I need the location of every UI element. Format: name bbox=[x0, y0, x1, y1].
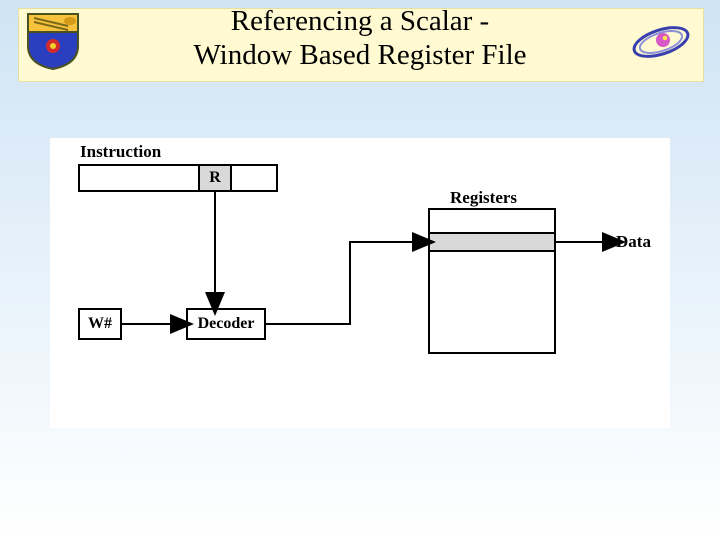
title-line-2: Window Based Register File bbox=[193, 39, 526, 71]
title-line-1: Referencing a Scalar - bbox=[231, 5, 489, 37]
slide: Referencing a Scalar - Window Based Regi… bbox=[0, 0, 720, 540]
diagram-canvas: Instruction Registers Data R W# Decoder bbox=[50, 138, 670, 428]
diagram-arrows bbox=[50, 138, 670, 428]
orbit-logo-icon bbox=[630, 18, 692, 66]
slide-title: Referencing a Scalar - Window Based Regi… bbox=[0, 4, 720, 72]
shield-crest-icon bbox=[26, 12, 80, 70]
